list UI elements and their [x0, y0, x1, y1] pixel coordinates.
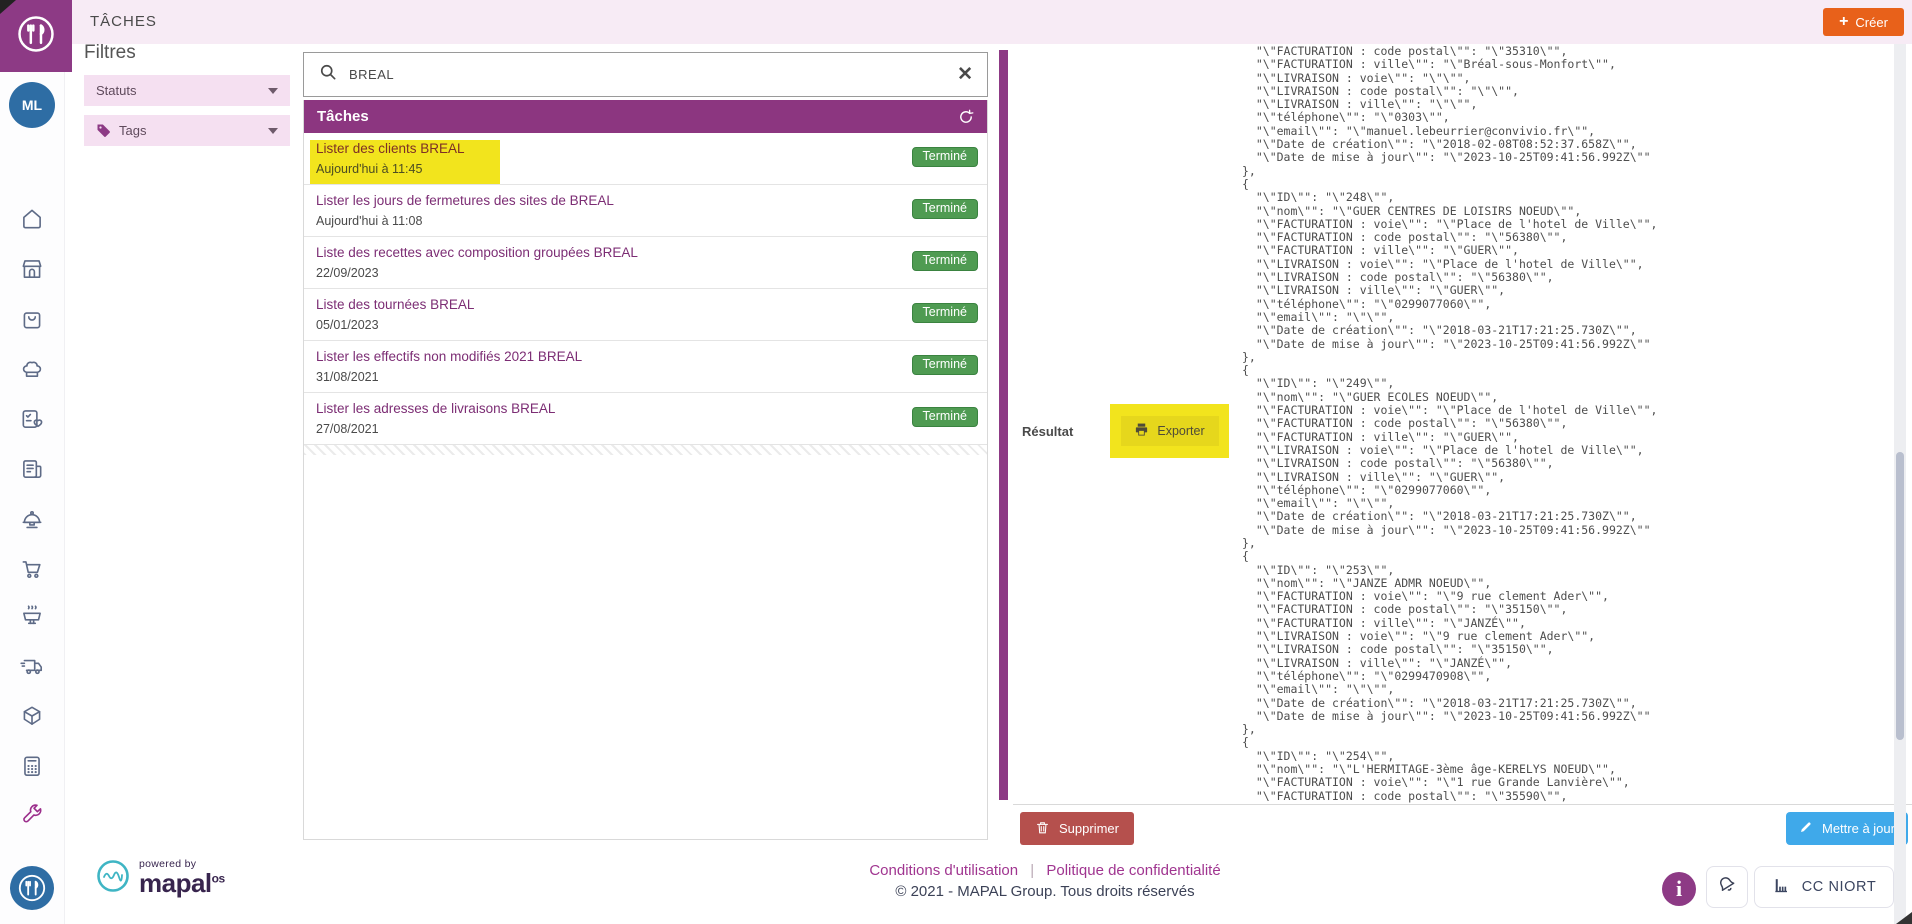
task-date: Aujourd'hui à 11:45 [316, 162, 423, 176]
hot-dish-icon[interactable] [19, 603, 45, 629]
task-date: 31/08/2021 [316, 370, 379, 384]
mapal-circle-icon [95, 858, 131, 899]
wrench-icon[interactable] [19, 801, 45, 827]
mapal-logo: powered by mapalos [95, 858, 225, 899]
status-badge: Terminé [911, 251, 978, 271]
task-result-json: "\"FACTURATION : code postal\"": "\"3531… [1242, 44, 1658, 803]
trash-icon [1035, 820, 1050, 838]
footer-legal: Conditions d'utilisation | Politique de … [700, 862, 1390, 900]
task-date: 27/08/2021 [316, 422, 379, 436]
status-badge: Terminé [911, 407, 978, 427]
pencil-icon [1799, 820, 1813, 837]
page-title: TÂCHES [90, 13, 157, 30]
export-button-label: Exporter [1157, 424, 1205, 438]
task-title: Liste des tournées BREAL [316, 297, 475, 312]
task-row[interactable]: Lister des clients BREAL Aujourd'hui à 1… [304, 133, 987, 185]
mapal-wordmark: mapalos [139, 868, 225, 898]
create-button[interactable]: + Créer [1823, 8, 1904, 36]
store-icon[interactable] [19, 256, 45, 282]
cloche-icon[interactable] [19, 506, 45, 532]
task-row[interactable]: Liste des tournées BREAL 05/01/2023 Term… [304, 289, 987, 341]
home-icon[interactable] [19, 206, 45, 232]
tag-icon [96, 123, 111, 138]
tags-dropdown[interactable]: Tags [84, 115, 290, 146]
task-date: 05/01/2023 [316, 318, 379, 332]
task-row[interactable]: Lister les effectifs non modifiés 2021 B… [304, 341, 987, 393]
task-list-title: Tâches [317, 108, 369, 125]
refresh-icon[interactable] [958, 109, 974, 125]
info-button[interactable]: i [1662, 872, 1696, 906]
export-highlight-annotation: Exporter [1110, 404, 1229, 458]
task-title: Liste des recettes avec composition grou… [316, 245, 638, 260]
delete-button-label: Supprimer [1059, 821, 1119, 836]
status-badge: Terminé [911, 355, 978, 375]
chef-hat-icon[interactable] [19, 356, 45, 382]
chevron-down-icon [268, 127, 278, 134]
task-list-panel: Tâches Lister des clients BREAL Aujourd'… [303, 100, 988, 840]
task-row[interactable]: Lister les adresses de livraisons BREAL … [304, 393, 987, 445]
sidebar-bottom-logo[interactable] [10, 866, 54, 910]
factory-icon [1772, 875, 1792, 899]
bell-icon [1716, 874, 1738, 901]
task-date: 22/09/2023 [316, 266, 379, 280]
document-icon[interactable] [19, 456, 45, 482]
site-label: CC NIORT [1801, 879, 1877, 895]
left-sidebar: ML [0, 72, 65, 924]
task-list-header: Tâches [304, 100, 987, 133]
app-root: TÂCHES + Créer ML Filtres Statuts Tags B… [0, 0, 1912, 924]
task-row[interactable]: Lister les jours de fermetures des sites… [304, 185, 987, 237]
panel-divider [999, 50, 1008, 800]
export-button[interactable]: Exporter [1120, 416, 1219, 446]
update-button-label: Mettre à jour [1822, 821, 1895, 836]
task-title: Lister les adresses de livraisons BREAL [316, 401, 556, 416]
printer-icon [1134, 422, 1149, 440]
task-title: Lister les jours de fermetures des sites… [316, 193, 614, 208]
menu-feedback-icon[interactable] [19, 406, 45, 432]
update-button[interactable]: Mettre à jour [1786, 812, 1908, 845]
task-row[interactable]: Liste des recettes avec composition grou… [304, 237, 987, 289]
status-badge: Terminé [911, 147, 978, 167]
statuts-dropdown[interactable]: Statuts [84, 75, 290, 106]
package-icon[interactable] [19, 703, 45, 729]
privacy-link[interactable]: Politique de confidentialité [1046, 862, 1220, 879]
scrollbar-thumb[interactable] [1896, 452, 1904, 740]
task-date: Aujourd'hui à 11:08 [316, 214, 423, 228]
user-avatar[interactable]: ML [9, 82, 55, 128]
task-search-input[interactable]: BREAL ✕ [303, 52, 988, 97]
status-badge: Terminé [911, 199, 978, 219]
clear-search-icon[interactable]: ✕ [957, 65, 973, 84]
screen-corner-artifact-bottom-right [1896, 912, 1912, 924]
task-title: Lister des clients BREAL [316, 141, 465, 156]
notifications-button[interactable] [1706, 866, 1748, 908]
tags-dropdown-label: Tags [119, 123, 147, 138]
create-button-label: Créer [1855, 14, 1888, 30]
chevron-down-icon [268, 87, 278, 94]
calculator-icon[interactable] [19, 753, 45, 779]
shopping-bag-icon[interactable] [19, 306, 45, 332]
statuts-dropdown-label: Statuts [96, 83, 137, 98]
delete-button[interactable]: Supprimer [1020, 812, 1134, 845]
plate-cutlery-icon [13, 11, 59, 62]
task-title: Lister les effectifs non modifiés 2021 B… [316, 349, 583, 364]
screen-corner-artifact-top-left [0, 0, 16, 14]
detail-footer-divider [1013, 804, 1912, 805]
top-header-bar [72, 0, 1912, 44]
terms-link[interactable]: Conditions d'utilisation [869, 862, 1018, 879]
copyright-text: © 2021 - MAPAL Group. Tous droits réserv… [895, 883, 1195, 900]
link-separator: | [1030, 862, 1035, 879]
cart-icon[interactable] [19, 556, 45, 582]
delivery-truck-icon[interactable] [19, 653, 45, 679]
list-end-divider [304, 445, 987, 455]
search-value: BREAL [349, 67, 395, 82]
vertical-scrollbar[interactable] [1894, 44, 1906, 924]
search-icon [318, 62, 338, 87]
status-badge: Terminé [911, 303, 978, 323]
result-label: Résultat [1022, 424, 1074, 439]
plus-icon: + [1839, 13, 1849, 30]
site-selector-button[interactable]: CC NIORT [1754, 866, 1894, 908]
filters-title: Filtres [84, 42, 136, 63]
